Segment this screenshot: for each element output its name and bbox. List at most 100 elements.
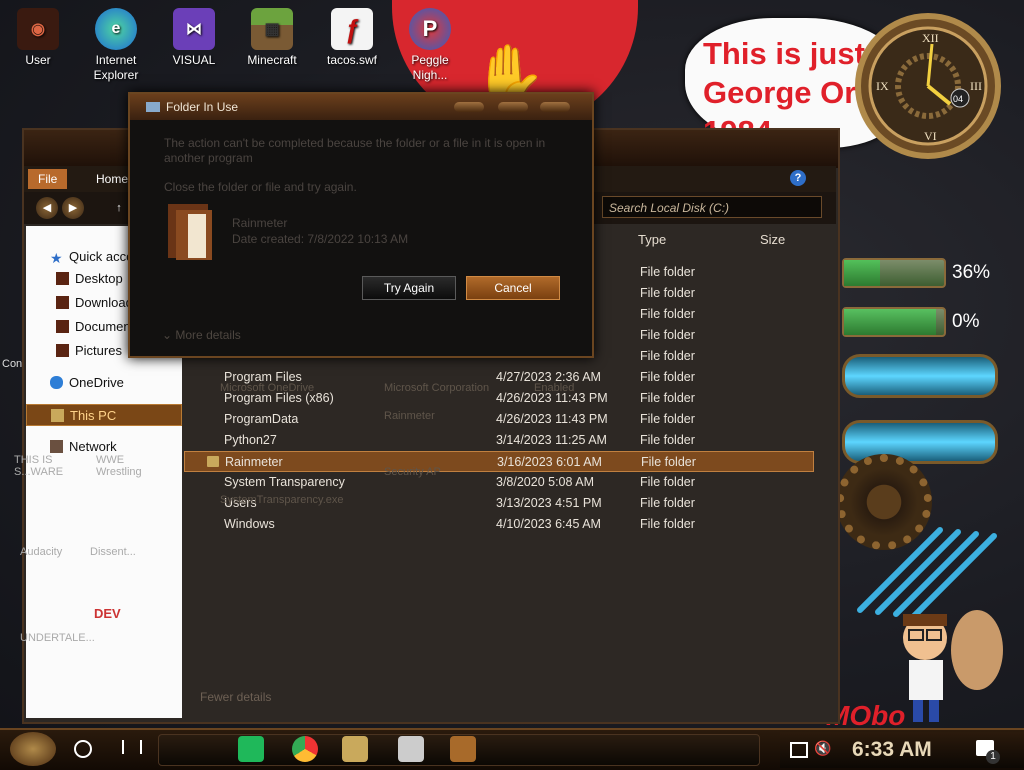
computer-icon: [51, 409, 64, 422]
spotify-icon[interactable]: [238, 736, 264, 762]
cartoon-character-decoration: [903, 610, 1003, 722]
desktop-icon-minecraft[interactable]: ▦ Minecraft: [238, 8, 306, 68]
network-icon: [50, 440, 63, 453]
try-again-button[interactable]: Try Again: [362, 276, 456, 300]
file-name: Windows: [224, 517, 275, 531]
help-icon[interactable]: ?: [790, 170, 806, 186]
ghost-desktop-label: THIS IS S...WARE: [14, 454, 64, 478]
svg-text:III: III: [970, 79, 982, 93]
minimize-button[interactable]: [454, 102, 484, 112]
svg-text:IX: IX: [876, 79, 889, 93]
dialog-title: Folder In Use: [166, 100, 239, 114]
svg-text:VI: VI: [924, 129, 937, 143]
maximize-button[interactable]: [498, 102, 528, 112]
volume-muted-icon[interactable]: 🔇: [814, 740, 831, 757]
file-type: File folder: [640, 286, 695, 300]
cloud-icon: [50, 376, 63, 389]
desktop-icon-user[interactable]: ◉ User: [4, 8, 72, 68]
forward-arrow-icon[interactable]: ▶: [62, 197, 84, 219]
minecraft-icon: ▦: [251, 8, 293, 50]
table-row-selected[interactable]: Rainmeter 3/16/2023 6:01 AM File folder: [184, 451, 814, 472]
search-input[interactable]: Search Local Disk (C:): [602, 196, 822, 218]
ghost-text: Rainmeter: [384, 410, 435, 422]
folder-name: Rainmeter: [232, 216, 288, 230]
table-row[interactable]: System Transparency 3/8/2020 5:08 AM Fil…: [184, 472, 814, 493]
pictures-folder-icon: [56, 344, 69, 357]
fewer-details-link[interactable]: Fewer details: [200, 690, 271, 704]
folder-in-use-dialog: Folder In Use The action can't be comple…: [128, 92, 594, 358]
folder-date-created: Date created: 7/8/2022 10:13 AM: [232, 232, 409, 246]
cpu-gauge: [842, 258, 946, 288]
star-icon: ★: [50, 250, 63, 266]
up-arrow-icon[interactable]: ↑: [108, 197, 130, 219]
cancel-button[interactable]: Cancel: [466, 276, 560, 300]
steampunk-clock-widget: XII III VI IX 04: [855, 13, 1001, 159]
network-tray-icon[interactable]: [790, 742, 808, 758]
table-row[interactable]: Python27 3/14/2023 11:25 AM File folder: [184, 430, 814, 451]
ghost-text: Microsoft Corporation: [384, 382, 490, 394]
file-name: Rainmeter: [225, 455, 283, 469]
documents-folder-icon: [56, 320, 69, 333]
sidebar-item-label: Desktop: [75, 271, 123, 286]
chrome-icon[interactable]: [292, 736, 318, 762]
file-explorer-icon[interactable]: [342, 736, 368, 762]
table-row[interactable]: ProgramData 4/26/2023 11:43 PM File fold…: [184, 409, 814, 430]
more-details-label: More details: [175, 328, 241, 342]
notification-count-badge: 1: [986, 750, 1000, 764]
file-type: File folder: [640, 265, 695, 279]
file-date: 4/10/2023 6:45 AM: [496, 517, 601, 531]
ghost-text: Security AP: [384, 466, 441, 478]
column-header-type[interactable]: Type: [638, 228, 666, 252]
file-type: File folder: [640, 307, 695, 321]
ghost-desktop-label: UNDERTALE...: [20, 632, 95, 644]
table-row[interactable]: Windows 4/10/2023 6:45 AM File folder: [184, 514, 814, 535]
file-type: File folder: [640, 349, 695, 363]
ghost-text: Microsoft OneDrive: [220, 382, 315, 394]
file-type: File folder: [640, 433, 695, 447]
sidebar-item-label: OneDrive: [69, 375, 124, 390]
file-type: File folder: [640, 370, 695, 384]
sidebar-item-label: Network: [69, 439, 117, 454]
start-button[interactable]: [10, 732, 56, 766]
desktop-icon-peggle[interactable]: P Peggle Nigh...: [396, 8, 464, 83]
ribbon-tab-file[interactable]: File: [28, 169, 68, 189]
file-date: 3/13/2023 4:51 PM: [496, 496, 602, 510]
task-manager-icon[interactable]: [398, 736, 424, 762]
game-icon[interactable]: [450, 736, 476, 762]
ram-gauge-value: 0%: [952, 311, 980, 332]
file-type: File folder: [640, 475, 695, 489]
file-name: ProgramData: [224, 412, 299, 426]
file-type: File folder: [640, 391, 695, 405]
disk-meter-tube: [842, 354, 998, 398]
desktop-icon-internet-explorer[interactable]: e Internet Explorer: [82, 8, 150, 83]
back-arrow-icon[interactable]: ◀: [36, 197, 58, 219]
file-type: File folder: [641, 455, 696, 469]
desktop-icon-visual[interactable]: ⋈ VISUAL: [160, 8, 228, 68]
file-type: File folder: [640, 328, 695, 342]
ghost-desktop-label: DEV: [94, 606, 121, 621]
system-tray: 🔇 6:33 AM 1: [780, 732, 1024, 768]
ram-gauge: [842, 307, 946, 337]
search-icon[interactable]: [74, 740, 92, 758]
ghost-desktop-label: Audacity: [20, 546, 63, 558]
downloads-folder-icon: [56, 296, 69, 309]
svg-text:XII: XII: [922, 31, 939, 45]
sidebar-item-this-pc[interactable]: This PC: [26, 404, 182, 426]
cpu-gauge-value: 36%: [952, 262, 991, 283]
desktop-folder-icon: [56, 272, 69, 285]
sidebar-item-onedrive[interactable]: OneDrive: [26, 372, 182, 394]
visual-studio-icon: ⋈: [173, 8, 215, 50]
task-view-icon[interactable]: [122, 740, 142, 754]
more-details-toggle[interactable]: ⌄ More details: [162, 328, 241, 342]
file-name: Python27: [224, 433, 277, 447]
file-date: 4/26/2023 11:43 PM: [496, 412, 608, 426]
close-button[interactable]: [540, 102, 570, 112]
desktop-icon-tacos-swf[interactable]: ƒ tacos.swf: [318, 8, 386, 68]
column-header-size[interactable]: Size: [760, 228, 785, 252]
gauge-fill: [844, 309, 936, 335]
file-date: 3/16/2023 6:01 AM: [497, 455, 602, 469]
ghost-text: SystemTransparency.exe: [220, 494, 344, 506]
file-type: File folder: [640, 517, 695, 531]
taskbar-clock[interactable]: 6:33 AM: [852, 738, 932, 762]
desktop-icon-label: User: [25, 53, 51, 67]
